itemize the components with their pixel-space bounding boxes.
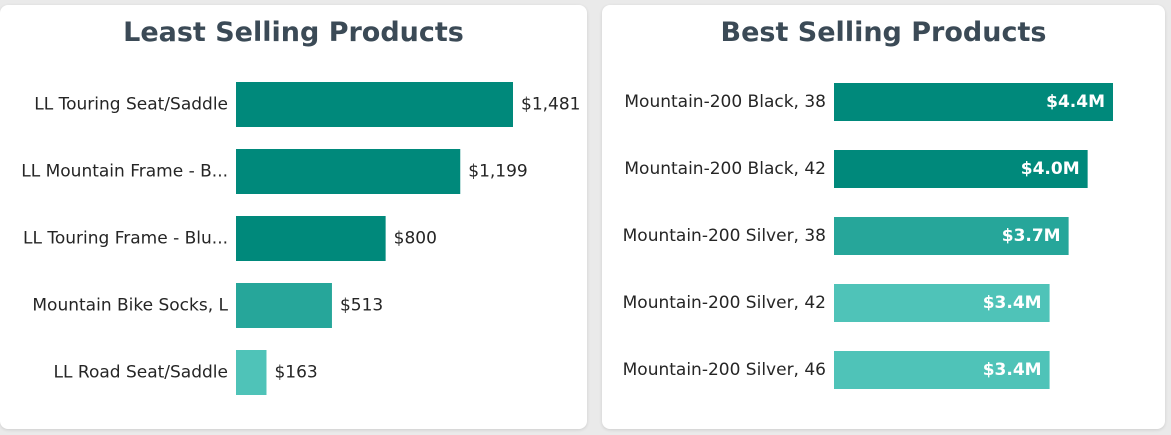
- data-label: $3.4M: [983, 293, 1042, 313]
- best-selling-card: Best Selling Products Mountain-200 Black…: [602, 5, 1165, 429]
- category-label: Mountain-200 Black, 38: [624, 92, 826, 112]
- least-selling-card: Least Selling Products LL Touring Seat/S…: [0, 5, 587, 429]
- bar[interactable]: [236, 350, 267, 395]
- data-label: $1,481: [521, 95, 580, 115]
- category-label: Mountain-200 Black, 42: [624, 159, 826, 179]
- category-label: Mountain Bike Socks, L: [32, 296, 228, 316]
- data-label: $513: [340, 296, 383, 316]
- bar[interactable]: [236, 216, 386, 261]
- best-selling-chart: Mountain-200 Black, 38 $4.4M Mountain-200 …: [623, 83, 1113, 389]
- category-label: Mountain-200 Silver, 38: [623, 226, 826, 246]
- data-label: $1,199: [468, 162, 527, 182]
- data-label: $800: [394, 229, 437, 249]
- data-label: $4.0M: [1021, 159, 1080, 179]
- category-label: LL Touring Seat/Saddle: [34, 95, 228, 115]
- bar[interactable]: [236, 283, 332, 328]
- category-label: Mountain-200 Silver, 42: [623, 293, 826, 313]
- data-label: $4.4M: [1046, 92, 1105, 112]
- least-selling-chart: LL Touring Seat/Saddle $1,481 LL Mountain …: [21, 82, 580, 395]
- category-label: LL Mountain Frame - B...: [21, 162, 228, 182]
- data-label: $163: [274, 363, 317, 383]
- category-label: LL Touring Frame - Blu...: [23, 229, 228, 249]
- data-label: $3.7M: [1002, 226, 1061, 246]
- category-label: Mountain-200 Silver, 46: [623, 360, 826, 380]
- data-label: $3.4M: [983, 360, 1042, 380]
- category-label: LL Road Seat/Saddle: [54, 363, 228, 383]
- bar[interactable]: [236, 149, 461, 194]
- bar[interactable]: [236, 82, 513, 127]
